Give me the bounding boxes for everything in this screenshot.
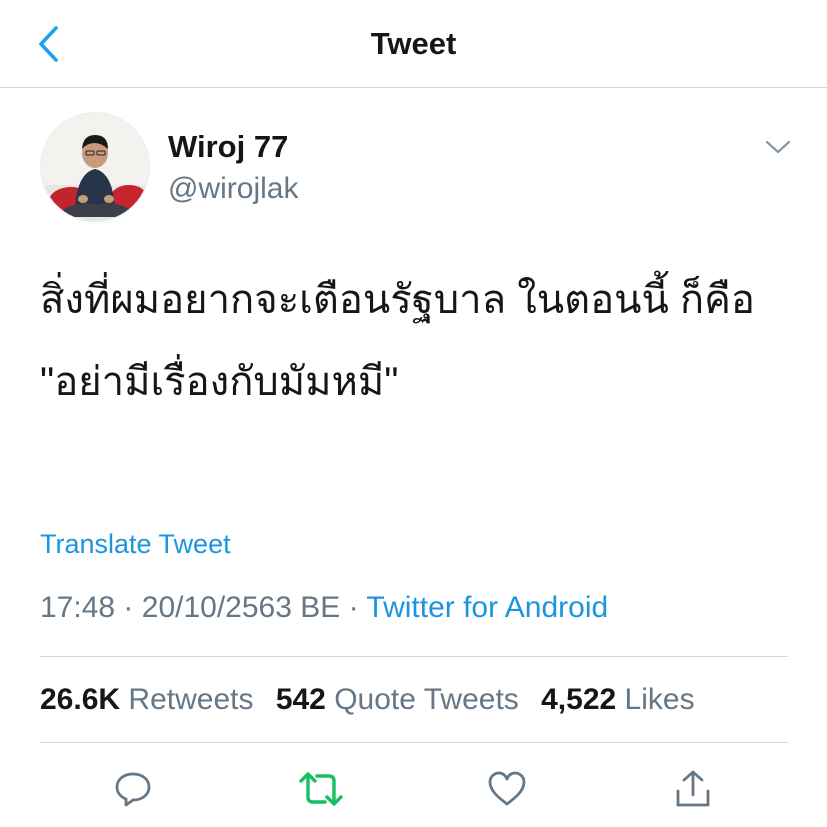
author-display-name[interactable]: Wiroj 77 (168, 128, 288, 166)
meta-separator: · (123, 591, 134, 624)
tweet-paragraph: "อย่ามีเรื่องกับมัมหมี" (40, 360, 399, 404)
like-button[interactable] (480, 762, 534, 816)
retweets-label: Retweets (128, 683, 254, 716)
avatar[interactable] (40, 112, 150, 222)
like-icon (488, 771, 526, 806)
top-bar: Tweet (0, 0, 827, 88)
retweets-stat[interactable]: 26.6K Retweets (40, 683, 253, 716)
retweets-count: 26.6K (40, 683, 121, 716)
tweet-source-link[interactable]: Twitter for Android (366, 591, 608, 624)
retweet-button[interactable] (294, 762, 348, 816)
meta-separator: · (348, 591, 359, 624)
quote-tweets-label: Quote Tweets (334, 683, 519, 716)
tweet-actions (0, 762, 827, 816)
divider (40, 742, 788, 743)
share-button[interactable] (666, 762, 720, 816)
chevron-down-icon (765, 140, 791, 154)
tweet-text: สิ่งที่ผมอยากจะเตือนรัฐบาล ในตอนนี้ ก็คื… (40, 270, 790, 434)
likes-label: Likes (624, 683, 695, 716)
translate-tweet-link[interactable]: Translate Tweet (40, 526, 231, 562)
quote-tweets-count: 542 (275, 683, 326, 716)
tweet-date: 20/10/2563 BE (141, 591, 341, 624)
more-options-button[interactable] (760, 132, 796, 162)
reply-button[interactable] (106, 762, 160, 816)
tweet-meta: 17:48 · 20/10/2563 BE · Twitter for Andr… (40, 588, 608, 628)
quote-tweets-stat[interactable]: 542 Quote Tweets (276, 683, 519, 716)
retweet-icon (299, 772, 343, 806)
author-handle[interactable]: @wirojlak (168, 170, 298, 208)
share-icon (676, 770, 710, 807)
reply-icon (115, 772, 151, 807)
tweet-stats: 26.6K Retweets 542 Quote Tweets 4,522 Li… (40, 680, 709, 720)
tweet-paragraph: สิ่งที่ผมอยากจะเตือนรัฐบาล ในตอนนี้ ก็คื… (40, 278, 755, 322)
likes-stat[interactable]: 4,522 Likes (541, 683, 694, 716)
page-title: Tweet (370, 26, 457, 61)
divider (40, 656, 788, 657)
tweet-time: 17:48 (40, 591, 116, 624)
likes-count: 4,522 (541, 683, 617, 716)
